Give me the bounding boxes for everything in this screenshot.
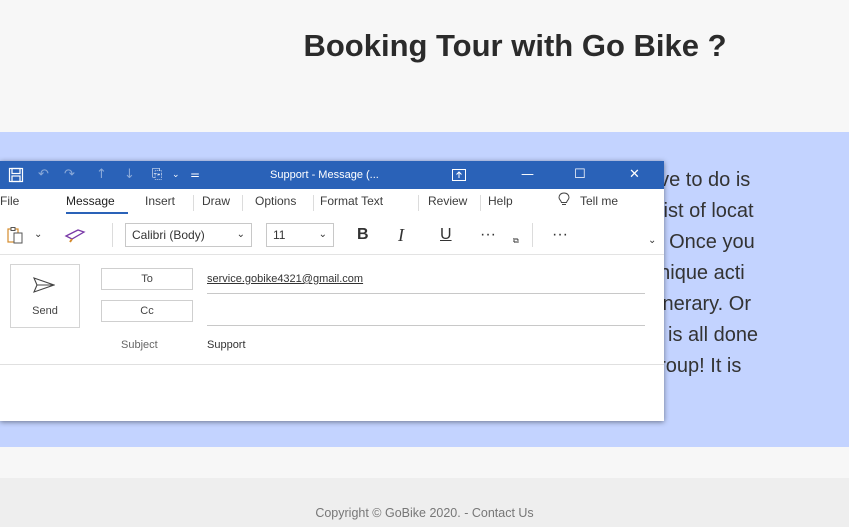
- customize-icon[interactable]: =: [190, 161, 200, 189]
- format-painter-icon[interactable]: [64, 223, 86, 247]
- paste-dropdown-icon[interactable]: ⌄: [34, 223, 42, 247]
- attach-icon[interactable]: ⎘: [152, 161, 162, 189]
- chevron-down-icon: ⌄: [236, 229, 245, 240]
- ribbon-divider: [532, 223, 533, 247]
- body-line: group! It is: [648, 355, 742, 377]
- maximize-icon[interactable]: ☐: [574, 161, 586, 189]
- lightbulb-icon[interactable]: [558, 192, 570, 210]
- window-titlebar: ↶ ↷ ↑ ↓ ⎘ ⌄ = Support - Message (... — ☐…: [0, 161, 664, 189]
- send-icon: [33, 277, 55, 293]
- body-divider: [0, 364, 664, 365]
- ribbon-expand-icon[interactable]: ⌄: [648, 229, 656, 253]
- email-compose-window: ↶ ↷ ↑ ↓ ⎘ ⌄ = Support - Message (... — ☐…: [0, 161, 664, 421]
- redo-icon[interactable]: ↷: [64, 161, 75, 189]
- font-name-dropdown[interactable]: Calibri (Body) ⌄: [125, 223, 252, 247]
- paste-icon[interactable]: [6, 223, 24, 247]
- page-title: Booking Tour with Go Bike ?: [303, 28, 727, 63]
- menu-options[interactable]: Options: [255, 194, 296, 208]
- to-button[interactable]: To: [101, 268, 193, 290]
- save-icon[interactable]: [8, 161, 24, 189]
- underline-icon[interactable]: U: [440, 223, 452, 247]
- down-arrow-icon[interactable]: ↓: [124, 161, 135, 189]
- menu-help[interactable]: Help: [488, 194, 513, 208]
- menu-divider: [242, 195, 243, 211]
- body-line: itinerary. Or: [648, 293, 751, 315]
- active-tab-indicator: [66, 212, 128, 214]
- font-size-value: 11: [273, 228, 286, 242]
- menu-bar: File Message Insert Draw Options Format …: [0, 189, 664, 215]
- up-arrow-icon[interactable]: ↑: [96, 161, 107, 189]
- quick-access-dropdown-icon[interactable]: ⌄: [172, 161, 180, 189]
- subject-label: Subject: [121, 339, 158, 351]
- send-button[interactable]: Send: [10, 264, 80, 328]
- menu-file[interactable]: File: [0, 194, 19, 208]
- body-line: ave to do is: [648, 169, 751, 191]
- menu-divider: [480, 195, 481, 211]
- window-title: Support - Message (...: [270, 169, 379, 181]
- body-line: is is all done: [648, 324, 759, 346]
- ribbon-divider: [112, 223, 113, 247]
- menu-draw[interactable]: Draw: [202, 194, 230, 208]
- subject-field[interactable]: Support: [207, 339, 246, 351]
- body-line: s. Once you: [648, 231, 755, 253]
- font-name-value: Calibri (Body): [132, 228, 205, 242]
- send-label: Send: [32, 305, 58, 317]
- font-size-dropdown[interactable]: 11 ⌄: [266, 223, 334, 247]
- body-line: t list of locat: [648, 200, 754, 222]
- italic-icon[interactable]: I: [398, 223, 404, 247]
- to-field[interactable]: service.gobike4321@gmail.com: [207, 273, 363, 285]
- body-line: unique acti: [648, 262, 745, 284]
- more-commands-icon[interactable]: ···: [552, 223, 568, 247]
- menu-divider: [193, 195, 194, 211]
- copyright-text[interactable]: Copyright © GoBike 2020. - Contact Us: [0, 506, 849, 520]
- dialog-launcher-icon[interactable]: ⧉: [513, 229, 519, 253]
- ribbon: ⌄ Calibri (Body) ⌄ 11 ⌄ B I U ··· ⧉ ··· …: [0, 215, 664, 255]
- bold-icon[interactable]: B: [357, 223, 369, 247]
- cc-button[interactable]: Cc: [101, 300, 193, 322]
- ribbon-display-icon[interactable]: [452, 161, 466, 189]
- tell-me-search[interactable]: Tell me: [580, 194, 618, 208]
- menu-divider: [418, 195, 419, 211]
- chevron-down-icon: ⌄: [318, 229, 327, 240]
- menu-format-text[interactable]: Format Text: [320, 194, 383, 208]
- more-format-icon[interactable]: ···: [480, 223, 496, 247]
- footer: Copyright © GoBike 2020. - Contact Us: [0, 478, 849, 527]
- menu-divider: [313, 195, 314, 211]
- body-text: ave to do is t list of locat s. Once you…: [648, 165, 849, 382]
- to-field-underline: [207, 293, 645, 294]
- undo-icon[interactable]: ↶: [38, 161, 49, 189]
- close-icon[interactable]: ✕: [629, 161, 640, 189]
- menu-insert[interactable]: Insert: [145, 194, 175, 208]
- cc-field-underline: [207, 325, 645, 326]
- menu-review[interactable]: Review: [428, 194, 467, 208]
- compose-area: Send To Cc service.gobike4321@gmail.com …: [0, 256, 664, 421]
- menu-message[interactable]: Message: [66, 194, 115, 208]
- minimize-icon[interactable]: —: [521, 161, 534, 189]
